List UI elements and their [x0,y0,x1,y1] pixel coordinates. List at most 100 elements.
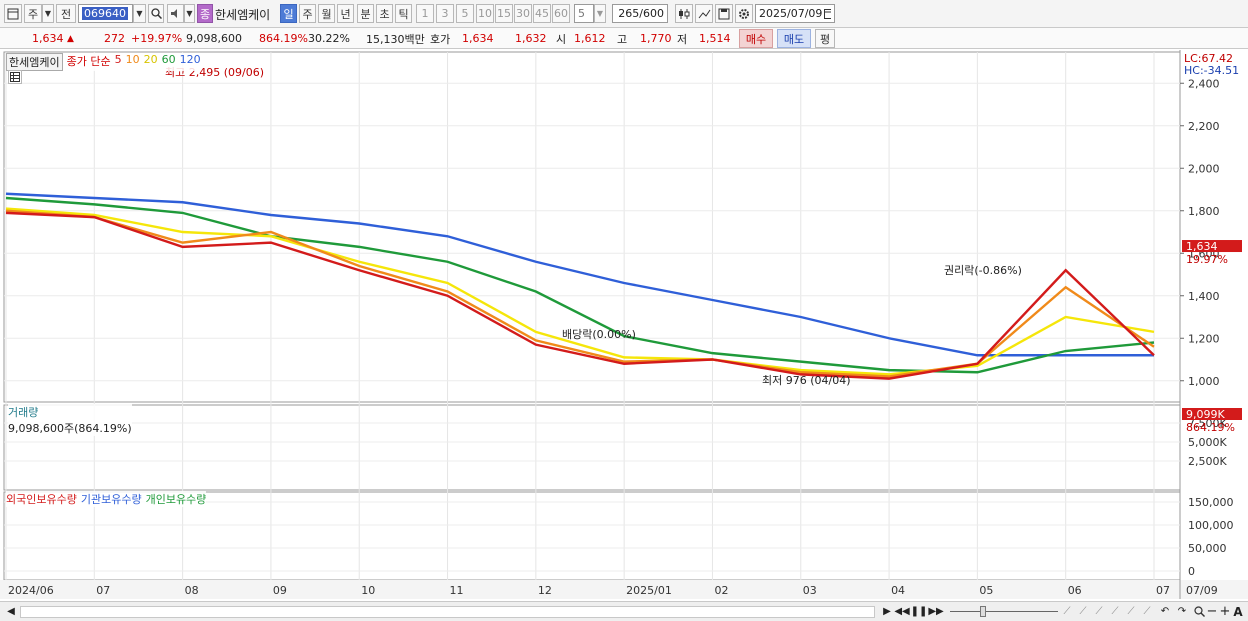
date-input[interactable]: 2025/07/09 [755,4,835,23]
tool-channel-icon[interactable]: ⟋ [1108,604,1122,619]
volume-pct: 864.19% [259,32,308,45]
x-tick-label: 03 [803,584,817,597]
chart-scrollbar[interactable]: ◀ ▶ ◀◀ ❚❚ ▶▶ ⟋ ⟋ ⟋ ⟋ ⟋ ⟋ ↶ ↷ − + A [0,601,1248,621]
play-icon[interactable]: ▶ [880,604,894,619]
speaker-icon[interactable] [167,4,184,23]
interval-1[interactable]: 1 [416,4,434,23]
interval-45[interactable]: 45 [533,4,551,23]
individual-holding-label[interactable]: 개인보유수량 [146,491,207,507]
ex-rights-note[interactable]: 권리락(-0.86%) [944,264,1022,277]
ma-label[interactable]: 종가 단순 [67,53,111,71]
font-size-icon[interactable]: A [1231,604,1245,619]
zoom-slider-handle[interactable] [980,606,986,617]
volume-panel-title[interactable]: 거래량 [8,404,132,420]
tab-daily[interactable]: 일 [280,4,297,23]
redo-icon[interactable]: ↷ [1175,604,1189,619]
save-icon[interactable] [715,4,733,23]
tool-hline-icon[interactable]: ⟋ [1060,604,1074,619]
foreign-holding-label[interactable]: 외국인보유수량 [6,491,77,507]
market-select[interactable]: 주 [24,4,42,23]
candle-icon[interactable] [675,4,693,23]
tab-second[interactable]: 초 [376,4,393,23]
undo-icon[interactable]: ↶ [1158,604,1172,619]
settings-icon[interactable] [735,4,753,23]
price-tick-label: 2,000 [1188,162,1220,175]
ma-120-label[interactable]: 120 [180,53,201,71]
x-tick-label: 04 [891,584,905,597]
tool-ray-icon[interactable]: ⟋ [1124,604,1138,619]
tool-arc-icon[interactable]: ⟋ [1140,604,1154,619]
interval-3[interactable]: 3 [436,4,454,23]
ma-10-label[interactable]: 10 [126,53,140,71]
low-note[interactable]: 최저 976 (04/04) [762,374,851,387]
search-icon[interactable] [148,4,164,23]
holder-tick-label: 100,000 [1188,519,1234,532]
tool-fib-icon[interactable]: ⟋ [1092,604,1106,619]
ex-dividend-note[interactable]: 배당락(0.00%) [562,328,636,341]
stock-chart[interactable]: 2024/06 07 08 09 10 11 12 2025/01 02 03 04 05 06 07 07… [0,50,1248,601]
open-label: 시 [556,32,567,46]
count-input[interactable]: 265/600 [612,4,668,23]
speaker-dropdown-icon[interactable]: ▼ [184,4,195,23]
ma-5-label[interactable]: 5 [115,53,122,71]
price-panel-frame [3,51,1181,403]
crosshair-glyph-icon [698,9,710,18]
holder-tick-label: 150,000 [1188,496,1234,509]
zoom-in-icon[interactable]: + [1218,604,1232,619]
zoom-slider[interactable] [950,611,1058,612]
scroll-track[interactable] [20,606,875,618]
ma-60-label[interactable]: 60 [162,53,176,71]
interval-dropdown-icon[interactable]: ▼ [594,4,606,23]
zoom-out-icon[interactable]: − [1205,604,1219,619]
prev-button[interactable]: 전 [56,4,76,23]
x-tick-label: 2025/01 [626,584,672,597]
calendar-icon[interactable] [824,8,831,19]
table-toggle-icon[interactable] [8,70,22,84]
bid-price: 1,632 [515,32,547,45]
floppy-icon [718,8,730,19]
hoga-label: 호가 [430,32,451,46]
price-change-pct: +19.97% [131,32,183,45]
tab-minute[interactable]: 분 [357,4,374,23]
tool-trend-icon[interactable]: ⟋ [1076,604,1090,619]
quote-bar: 1,634 ▲ 272 +19.97% 9,098,600 864.19% 30… [0,28,1248,49]
crosshair-icon[interactable] [695,4,713,23]
low-price: 1,514 [699,32,731,45]
chart-toolbar: 주 ▼ 전 069640 ▼ ▼ 종 한세엠케이 일 주 월 년 분 초 틱 1… [0,0,1248,28]
zoom-search-icon[interactable] [1192,604,1206,619]
interval-5[interactable]: 5 [456,4,474,23]
interval-60[interactable]: 60 [552,4,570,23]
chart-area[interactable]: 2024/06 07 08 09 10 11 12 2025/01 02 03 04 05 06 07 07… [0,50,1248,601]
ma-20-label[interactable]: 20 [144,53,158,71]
sell-button[interactable]: 매도 [777,29,811,48]
holder-tick-label: 50,000 [1188,542,1227,555]
tab-yearly[interactable]: 년 [337,4,354,23]
buy-button[interactable]: 매수 [739,29,773,48]
interval-input[interactable]: 5 [574,4,594,23]
scroll-left-icon[interactable]: ◀ [4,604,18,619]
pause-icon[interactable]: ❚❚ [911,604,928,619]
fast-forward-icon[interactable]: ▶▶ [928,604,943,619]
current-price-tag-pct: 19.97% [1186,253,1228,266]
flat-button[interactable]: 평 [815,29,835,48]
institution-holding-label[interactable]: 기관보유수량 [81,491,142,507]
window-menu-icon[interactable] [4,4,22,23]
price-tick-label: 2,400 [1188,77,1220,90]
price-tick-label: 1,000 [1188,375,1220,388]
volume-tick-label: 2,500K [1188,455,1227,468]
stock-code-input[interactable]: 069640 [78,4,133,23]
magnifier-icon [150,8,162,19]
interval-30[interactable]: 30 [514,4,532,23]
stock-name: 한세엠케이 [215,7,271,22]
interval-15[interactable]: 15 [495,4,513,23]
tab-weekly[interactable]: 주 [299,4,316,23]
stock-badge: 종 [197,4,213,23]
market-dropdown-icon[interactable]: ▼ [42,4,54,23]
tab-monthly[interactable]: 월 [318,4,335,23]
rewind-icon[interactable]: ◀◀ [894,604,909,619]
code-dropdown-icon[interactable]: ▼ [133,4,146,23]
x-right-label: 07/09 [1186,584,1218,597]
interval-10[interactable]: 10 [476,4,494,23]
tab-tick[interactable]: 틱 [395,4,412,23]
price-panel-title[interactable]: 한세엠케이 [6,53,63,71]
